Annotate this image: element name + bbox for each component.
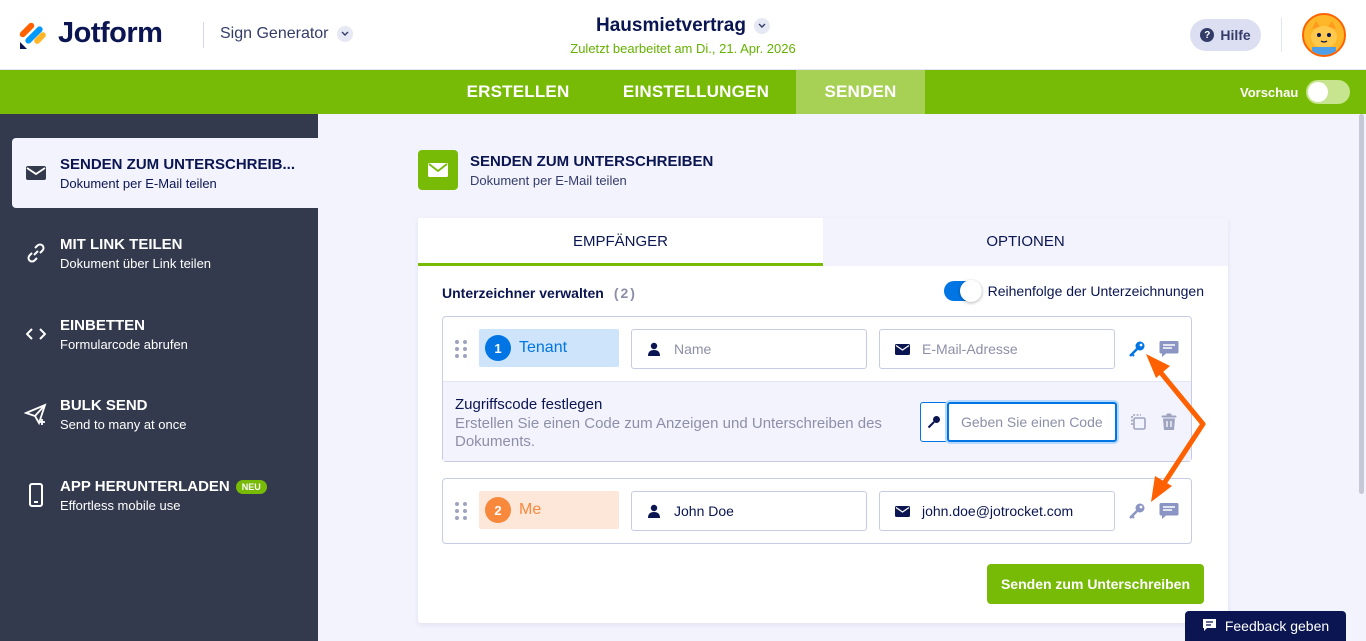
sidebar-item-title: BULK SEND	[60, 396, 148, 414]
signer-count: (2)	[613, 285, 637, 301]
paper-plane-icon	[24, 402, 48, 426]
sidebar-item-bulk-send[interactable]: BULK SEND Send to many at once	[12, 379, 318, 449]
signer-role-tag[interactable]: 2 Me	[479, 491, 619, 529]
sidebar-item-subtitle: Dokument über Link teilen	[60, 255, 212, 271]
user-icon	[646, 342, 662, 356]
feedback-button[interactable]: Feedback geben	[1185, 611, 1346, 641]
signer-number: 1	[485, 335, 511, 361]
email-field[interactable]: john.doe@jotrocket.com	[879, 491, 1115, 531]
chevron-down-icon	[753, 18, 770, 34]
link-icon	[24, 241, 48, 265]
feedback-label: Feedback geben	[1224, 618, 1330, 634]
avatar[interactable]	[1302, 13, 1346, 57]
user-icon	[646, 504, 662, 518]
feedback-chat-icon	[1202, 618, 1217, 635]
tab-optionen[interactable]: OPTIONEN	[823, 218, 1228, 266]
email-field[interactable]: E-Mail-Adresse	[879, 329, 1115, 369]
signing-order-label: Reihenfolge der Unterzeichnungen	[987, 283, 1204, 299]
manage-signers-text: Unterzeichner verwalten	[442, 285, 604, 301]
sidebar-item-embed[interactable]: EINBETTEN Formularcode abrufen	[12, 299, 318, 369]
sidebar-item-subtitle: Formularcode abrufen	[60, 336, 188, 352]
key-icon	[921, 403, 947, 441]
avatar-cat-icon	[1304, 15, 1344, 55]
sidebar-item-send-to-sign[interactable]: SENDEN ZUM UNTERSCHREIB... Dokument per …	[12, 138, 318, 208]
signing-order-toggle[interactable]	[943, 280, 982, 302]
tab-empfaenger[interactable]: EMPFÄNGER	[418, 218, 823, 266]
preview-toggle-area: Vorschau	[1240, 70, 1351, 114]
envelope-icon	[894, 343, 910, 355]
signing-order-control: Reihenfolge der Unterzeichnungen	[943, 280, 1204, 302]
tab-erstellen[interactable]: ERSTELLEN	[448, 70, 588, 114]
drag-handle-icon[interactable]	[455, 502, 467, 520]
message-icon[interactable]	[1158, 338, 1180, 360]
section-title: SENDEN ZUM UNTERSCHREIBEN	[470, 152, 714, 170]
scrollbar-thumb[interactable]	[1359, 114, 1364, 494]
manage-signers-label: Unterzeichner verwalten (2)	[442, 285, 637, 301]
sidebar-item-title: SENDEN ZUM UNTERSCHREIB...	[60, 155, 296, 173]
phone-icon	[24, 483, 48, 507]
drag-handle-icon[interactable]	[455, 340, 467, 358]
preview-toggle[interactable]	[1306, 80, 1351, 104]
sidebar-item-subtitle: Dokument per E-Mail teilen	[60, 175, 217, 191]
access-code-key-icon[interactable]	[1126, 500, 1148, 522]
name-placeholder: Name	[674, 341, 712, 357]
send-to-sign-button[interactable]: Senden zum Unterschreiben	[987, 564, 1204, 604]
builder-nav: ERSTELLEN EINSTELLUNGEN SENDEN Vorschau	[0, 70, 1366, 114]
access-code-key-icon[interactable]	[1126, 338, 1148, 360]
page-scrollbar[interactable]	[1357, 114, 1366, 641]
recipients-card: EMPFÄNGER OPTIONEN Unterzeichner verwalt…	[418, 218, 1228, 623]
signer-role: Me	[519, 501, 542, 518]
signer-row: 2 Me John Doe john.doe@jotrocket.com	[442, 478, 1192, 544]
access-code-panel: Zugriffscode festlegen Erstellen Sie ein…	[443, 381, 1191, 461]
document-title-text: Hausmietvertrag	[596, 15, 746, 36]
help-button[interactable]: ? Hilfe	[1190, 19, 1261, 51]
code-icon	[24, 322, 48, 346]
sidebar-item-download-app[interactable]: APP HERUNTERLADEN NEU Effortless mobile u…	[12, 460, 318, 530]
preview-label: Vorschau	[1240, 84, 1299, 100]
section-subtitle: Dokument per E-Mail teilen	[470, 172, 627, 188]
envelope-icon	[24, 161, 48, 185]
sidebar-item-title: APP HERUNTERLADEN NEU	[60, 478, 267, 495]
access-code-description: Erstellen Sie einen Code zum Anzeigen un…	[455, 415, 882, 450]
section-header: SENDEN ZUM UNTERSCHREIBEN Dokument per E…	[418, 150, 713, 190]
trash-icon[interactable]	[1158, 411, 1180, 433]
signer-role: Tenant	[519, 339, 568, 356]
sidebar: SENDEN ZUM UNTERSCHREIB... Dokument per …	[0, 114, 318, 641]
name-field[interactable]: John Doe	[631, 491, 867, 531]
header-divider	[1281, 18, 1282, 52]
name-field[interactable]: Name	[631, 329, 867, 369]
sidebar-item-share-link[interactable]: MIT LINK TEILEN Dokument über Link teile…	[12, 218, 318, 288]
access-code-field	[920, 402, 1117, 442]
envelope-icon	[894, 505, 910, 517]
sidebar-item-title: EINBETTEN	[60, 316, 146, 334]
question-icon: ?	[1200, 28, 1215, 42]
email-placeholder: E-Mail-Adresse	[922, 341, 1018, 357]
top-header: Jotform Sign Generator Hausmietvertrag Z…	[0, 0, 1366, 70]
access-code-input[interactable]	[947, 402, 1117, 442]
email-value: john.doe@jotrocket.com	[922, 503, 1074, 519]
tab-einstellungen[interactable]: EINSTELLUNGEN	[602, 70, 790, 114]
message-icon[interactable]	[1158, 500, 1180, 522]
sidebar-item-subtitle: Send to many at once	[60, 416, 187, 432]
toggle-knob	[1308, 82, 1329, 102]
new-badge: NEU	[235, 479, 267, 494]
sidebar-item-title: MIT LINK TEILEN	[60, 235, 183, 253]
document-title-area: Hausmietvertrag Zuletzt bearbeitet am Di…	[0, 15, 1366, 56]
sidebar-item-title-text: APP HERUNTERLADEN	[60, 477, 230, 495]
tab-senden[interactable]: SENDEN	[796, 70, 925, 114]
last-edited-text: Zuletzt bearbeitet am Di., 21. Apr. 2026	[570, 41, 796, 56]
document-title[interactable]: Hausmietvertrag	[596, 15, 770, 37]
copy-icon[interactable]	[1127, 411, 1149, 433]
signer-row: 1 Tenant Name E-Mail-Adresse Zugriffscod…	[442, 316, 1192, 462]
access-code-title: Zugriffscode festlegen	[455, 396, 603, 413]
signer-role-tag[interactable]: 1 Tenant	[479, 329, 619, 367]
name-value: John Doe	[674, 503, 734, 519]
envelope-icon	[418, 150, 458, 190]
sidebar-item-subtitle: Effortless mobile use	[60, 497, 181, 513]
help-label: Hilfe	[1220, 27, 1251, 43]
toggle-knob	[959, 280, 982, 302]
signer-number: 2	[485, 497, 511, 523]
